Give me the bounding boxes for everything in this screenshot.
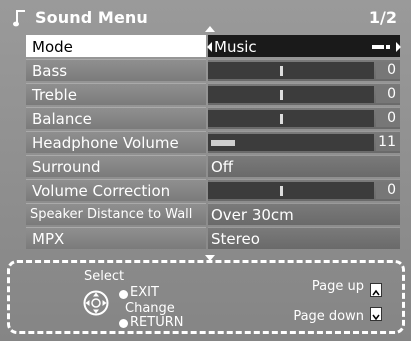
right-arrow-icon[interactable] (396, 42, 401, 52)
exit-button-icon (119, 290, 128, 299)
surround-value: Off (211, 158, 234, 176)
speaker-distance-selector[interactable]: Over 30cm (208, 203, 400, 225)
option-position-icon (372, 45, 390, 49)
menu-row-mode[interactable]: Mode Music (26, 35, 401, 57)
remote-help-panel: Select EXIT Change RETURN Page up Page d… (7, 260, 405, 334)
return-button-icon (119, 319, 128, 328)
menu-row-balance[interactable]: Balance 0 (26, 107, 400, 129)
headphone-volume-value: 11 (376, 134, 400, 151)
select-hint: Select (84, 269, 125, 284)
mpx-value: Stereo (211, 230, 260, 248)
slider-track (208, 182, 374, 199)
balance-value: 0 (376, 110, 400, 127)
page-up-hint: Page up (311, 279, 364, 294)
music-note-icon (13, 10, 25, 27)
menu-row-speaker-distance[interactable]: Speaker Distance to Wall Over 30cm (26, 203, 400, 225)
mode-value: Music (214, 38, 257, 56)
return-hint: RETURN (130, 315, 184, 330)
page-down-hint: Page down (293, 309, 364, 324)
menu-row-treble[interactable]: Treble 0 (26, 83, 400, 105)
slider-indicator (280, 114, 283, 124)
change-hint: Change (125, 301, 175, 316)
volume-level-fill (211, 140, 235, 146)
surround-selector[interactable]: Off (208, 155, 400, 177)
menu-label-mpx: MPX (26, 227, 206, 249)
left-arrow-icon[interactable] (207, 42, 212, 52)
menu-label-surround: Surround (26, 155, 206, 177)
menu-label-mode: Mode (26, 35, 206, 57)
page-indicator: 1/2 (368, 8, 397, 27)
menu-row-headphone-volume[interactable]: Headphone Volume 11 (26, 131, 400, 153)
sound-menu-list: Mode Music Bass 0 Treble 0 Balance 0 Hea… (26, 35, 401, 251)
slider-indicator (280, 186, 283, 196)
slider-indicator (280, 90, 283, 100)
bass-value: 0 (376, 62, 400, 79)
page-up-key-icon (370, 283, 382, 297)
menu-label-balance: Balance (26, 107, 206, 129)
menu-label-bass: Bass (26, 59, 206, 81)
menu-row-volume-correction[interactable]: Volume Correction 0 (26, 179, 400, 201)
mode-selector[interactable]: Music (207, 35, 401, 57)
bass-slider[interactable]: 0 (208, 59, 400, 81)
menu-label-treble: Treble (26, 83, 206, 105)
menu-title: Sound Menu (35, 8, 148, 27)
slider-indicator (280, 66, 283, 76)
slider-track (208, 62, 374, 79)
menu-label-speaker-distance: Speaker Distance to Wall (26, 203, 206, 225)
slider-track (208, 134, 374, 151)
sound-menu-screen: Sound Menu 1/2 Mode Music Bass 0 Treble … (0, 0, 411, 341)
menu-row-mpx[interactable]: MPX Stereo (26, 227, 400, 249)
balance-slider[interactable]: 0 (208, 107, 400, 129)
page-down-key-icon (370, 307, 382, 321)
slider-track (208, 110, 374, 127)
volume-correction-value: 0 (376, 182, 400, 199)
menu-label-headphone-volume: Headphone Volume (26, 131, 206, 153)
scroll-up-arrow-icon (205, 26, 215, 32)
speaker-distance-value: Over 30cm (211, 206, 294, 224)
menu-row-surround[interactable]: Surround Off (26, 155, 400, 177)
menu-row-bass[interactable]: Bass 0 (26, 59, 400, 81)
volume-correction-slider[interactable]: 0 (208, 179, 400, 201)
treble-value: 0 (376, 86, 400, 103)
dpad-icon (83, 290, 109, 316)
exit-hint: EXIT (130, 285, 159, 300)
headphone-volume-slider[interactable]: 11 (208, 131, 400, 153)
mpx-selector[interactable]: Stereo (208, 227, 400, 249)
slider-track (208, 86, 374, 103)
menu-label-volume-correction: Volume Correction (26, 179, 206, 201)
treble-slider[interactable]: 0 (208, 83, 400, 105)
